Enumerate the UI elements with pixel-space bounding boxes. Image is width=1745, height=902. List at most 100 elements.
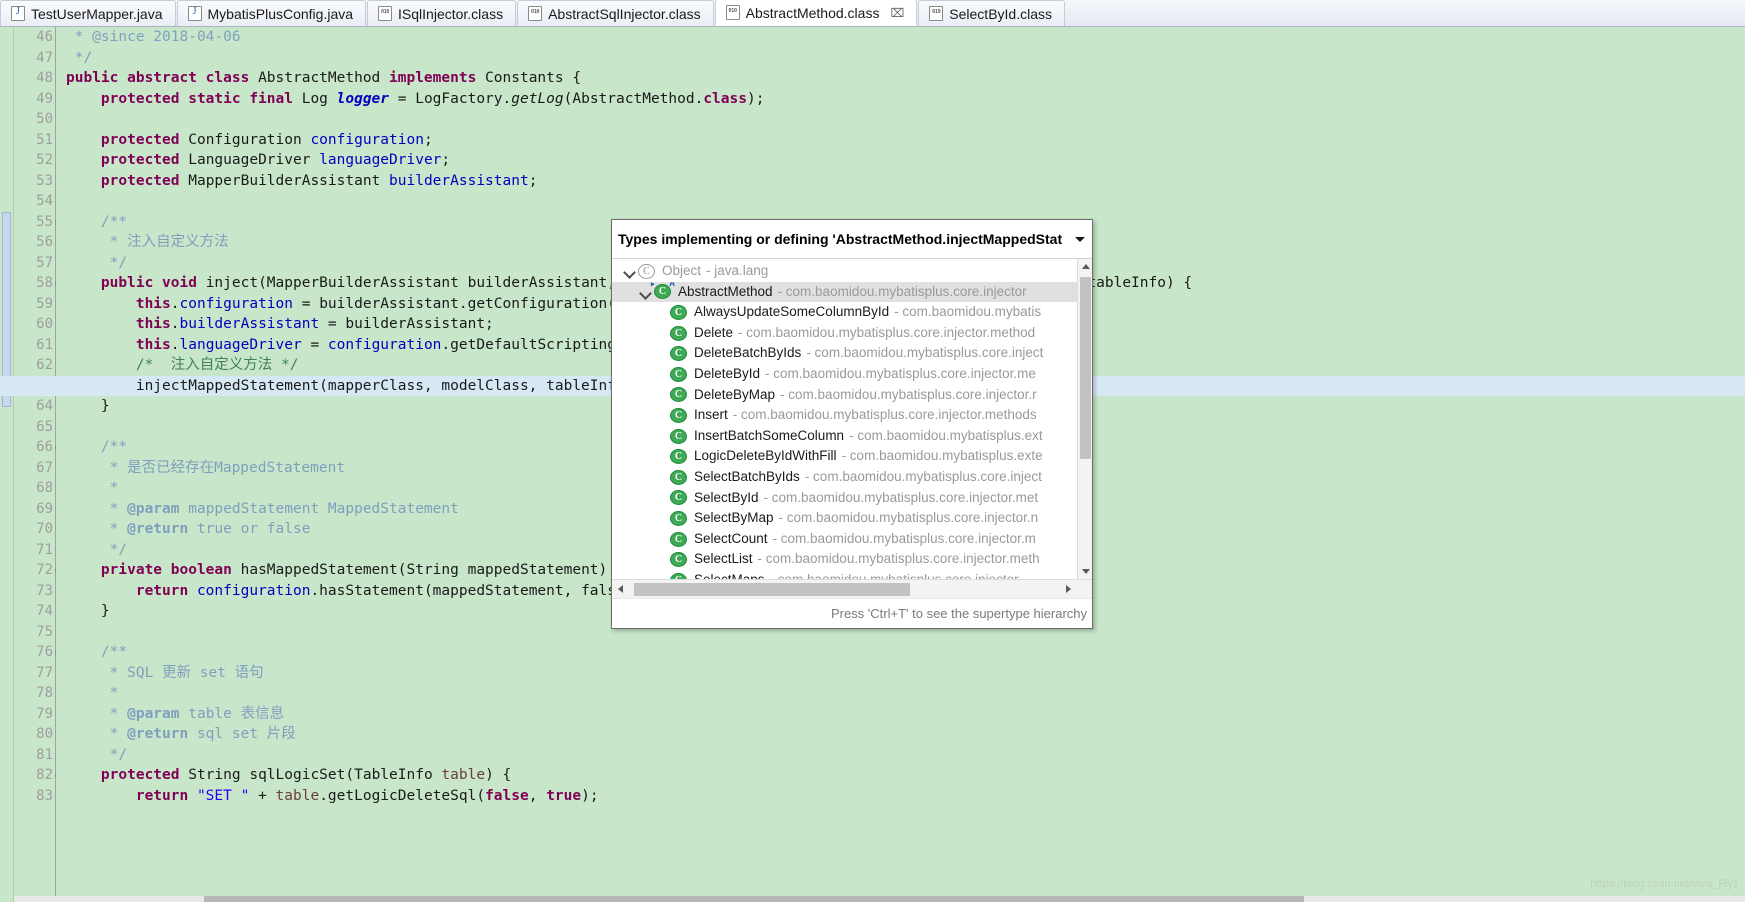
code-token: table <box>441 767 486 783</box>
editor-tab[interactable]: SelectById.class <box>918 0 1065 26</box>
code-token: * @since 2018-04-06 <box>66 29 241 45</box>
scroll-up-icon[interactable] <box>1078 259 1092 274</box>
tree-vscroll-thumb[interactable] <box>1080 277 1091 459</box>
scroll-down-icon[interactable] <box>1078 564 1092 579</box>
code-line[interactable]: protected MapperBuilderAssistant builder… <box>66 171 1745 192</box>
tree-vertical-scrollbar[interactable] <box>1077 259 1092 579</box>
class-icon <box>670 447 687 467</box>
tree-item-package: - com.baomidou.mybatisplus.core.inject <box>804 468 1042 484</box>
editor-tab-label: ISqlInjector.class <box>398 5 504 22</box>
code-line[interactable]: return "SET " + table.getLogicDeleteSql(… <box>66 786 1745 807</box>
type-hierarchy-tree[interactable]: Object- java.langA▸AbstractMethod- com.b… <box>612 261 1077 579</box>
editor-marker-bar[interactable] <box>0 27 14 902</box>
tree-row[interactable]: Insert- com.baomidou.mybatisplus.core.in… <box>612 405 1077 426</box>
tree-row[interactable]: Delete- com.baomidou.mybatisplus.core.in… <box>612 323 1077 343</box>
occurrence-marker[interactable] <box>2 212 11 407</box>
close-icon[interactable]: ⌧ <box>890 6 904 20</box>
line-number: 81 <box>36 746 53 763</box>
editor-tab[interactable]: ISqlInjector.class <box>367 0 517 26</box>
code-token: * <box>66 500 128 517</box>
tree-row[interactable]: SelectList- com.baomidou.mybatisplus.cor… <box>612 549 1077 570</box>
tree-row[interactable]: SelectBatchByIds- com.baomidou.mybatispl… <box>612 467 1077 488</box>
scroll-left-icon[interactable] <box>614 580 629 598</box>
code-token: ; <box>441 152 451 168</box>
tree-row[interactable]: Object - java.lang <box>612 261 1077 282</box>
code-line[interactable]: * SQL 更新 set 语句 <box>66 663 1745 684</box>
code-token: @param <box>127 705 180 722</box>
class-file-icon <box>378 6 393 21</box>
tree-row[interactable]: A▸AbstractMethod- com.baomidou.mybatispl… <box>612 281 1077 303</box>
code-token: /** <box>66 213 128 230</box>
chevron-down-icon[interactable] <box>1072 231 1088 247</box>
editor-tab[interactable]: AbstractSqlInjector.class <box>517 0 714 26</box>
code-token: = LogFactory. <box>389 90 512 107</box>
code-token: (TableInfo <box>345 767 442 783</box>
code-line[interactable]: * @since 2018-04-06 <box>66 27 1745 48</box>
class-icon <box>670 530 687 549</box>
tree-twisty-spacer <box>654 469 670 485</box>
chevron-down-icon[interactable] <box>622 263 638 279</box>
editor-tab[interactable]: MybatisPlusConfig.java <box>176 0 367 26</box>
type-hierarchy-popup[interactable]: Types implementing or defining 'Abstract… <box>611 219 1093 629</box>
tree-twisty-spacer <box>654 407 670 423</box>
tree-row[interactable]: AlwaysUpdateSomeColumnById- com.baomidou… <box>612 302 1077 323</box>
code-token: (AbstractMethod. <box>563 90 704 107</box>
line-number: 51 <box>36 131 53 148</box>
watermark-text: https://blog.csdn.net/java_Fly1 <box>1590 878 1739 890</box>
code-token: languageDriver <box>179 336 302 353</box>
code-line[interactable]: public abstract class AbstractMethod imp… <box>66 68 1745 89</box>
code-line[interactable]: */ <box>66 745 1745 766</box>
tree-twisty-spacer <box>654 304 670 320</box>
tree-item-package: - com.baomidou.mybatisplus.core.injector… <box>732 407 1037 423</box>
line-number: 82 <box>14 765 64 786</box>
tree-horizontal-scrollbar[interactable] <box>612 579 1092 598</box>
editor-horizontal-scrollbar[interactable] <box>14 896 1745 902</box>
tree-item-name: Object <box>662 263 702 278</box>
line-number: 75 <box>36 623 53 640</box>
tree-row[interactable]: LogicDeleteByIdWithFill- com.baomidou.my… <box>612 446 1077 467</box>
code-token: LanguageDriver <box>188 152 320 168</box>
tree-hscroll-thumb[interactable] <box>634 583 910 596</box>
code-line[interactable]: protected String sqlLogicSet(TableInfo t… <box>66 765 1745 786</box>
line-number: 46 <box>36 29 53 45</box>
line-number: 71 <box>36 541 53 558</box>
code-line[interactable]: protected static final Log logger = LogF… <box>66 89 1745 110</box>
code-line[interactable] <box>66 109 1745 130</box>
editor-hscroll-thumb[interactable] <box>204 896 1304 902</box>
tree-twisty-spacer <box>654 552 670 568</box>
code-line[interactable]: * <box>66 683 1745 704</box>
tree-twisty-spacer <box>654 387 670 403</box>
code-line[interactable]: /** <box>66 642 1745 663</box>
editor-tab[interactable]: AbstractMethod.class ⌧ <box>714 0 918 26</box>
code-token: @return <box>127 521 189 537</box>
tree-row[interactable]: InsertBatchSomeColumn- com.baomidou.myba… <box>612 426 1077 446</box>
code-token: ) { <box>485 767 512 783</box>
code-token: * 注入自定义方法 <box>66 234 229 250</box>
code-token: * <box>66 480 119 496</box>
tree-row[interactable]: DeleteBatchByIds- com.baomidou.mybatispl… <box>612 343 1077 364</box>
tree-row[interactable]: SelectCount- com.baomidou.mybatisplus.co… <box>612 529 1077 549</box>
code-line[interactable]: * @param table 表信息 <box>66 704 1745 725</box>
code-line[interactable] <box>66 191 1745 212</box>
tree-item-package: - com.baomidou.mybatisplus.core.injector <box>777 283 1027 299</box>
class-icon <box>670 365 687 385</box>
scroll-right-icon[interactable] <box>1061 580 1076 598</box>
tree-item-name: SelectByMap <box>694 510 774 526</box>
tree-row[interactable]: DeleteById- com.baomidou.mybatisplus.cor… <box>612 364 1077 385</box>
tree-row[interactable]: SelectMaps - com.baomidou.mybatisplus.cor… <box>612 570 1077 579</box>
tree-row[interactable]: SelectByMap- com.baomidou.mybatisplus.co… <box>612 508 1077 529</box>
line-number: 79 <box>36 705 53 722</box>
tree-row[interactable]: SelectById- com.baomidou.mybatisplus.cor… <box>612 488 1077 508</box>
code-line[interactable]: */ <box>66 48 1745 69</box>
code-token: this <box>135 295 171 312</box>
editor-tab[interactable]: TestUserMapper.java <box>0 0 176 26</box>
fold-column[interactable] <box>56 27 65 902</box>
code-line[interactable]: protected Configuration configuration; <box>66 130 1745 151</box>
code-line[interactable]: * @return sql set 片段 <box>66 724 1745 745</box>
code-line[interactable]: protected LanguageDriver languageDriver; <box>66 150 1745 171</box>
tree-item-name: DeleteBatchByIds <box>694 345 802 361</box>
tree-row[interactable]: DeleteByMap- com.baomidou.mybatisplus.co… <box>612 385 1077 405</box>
